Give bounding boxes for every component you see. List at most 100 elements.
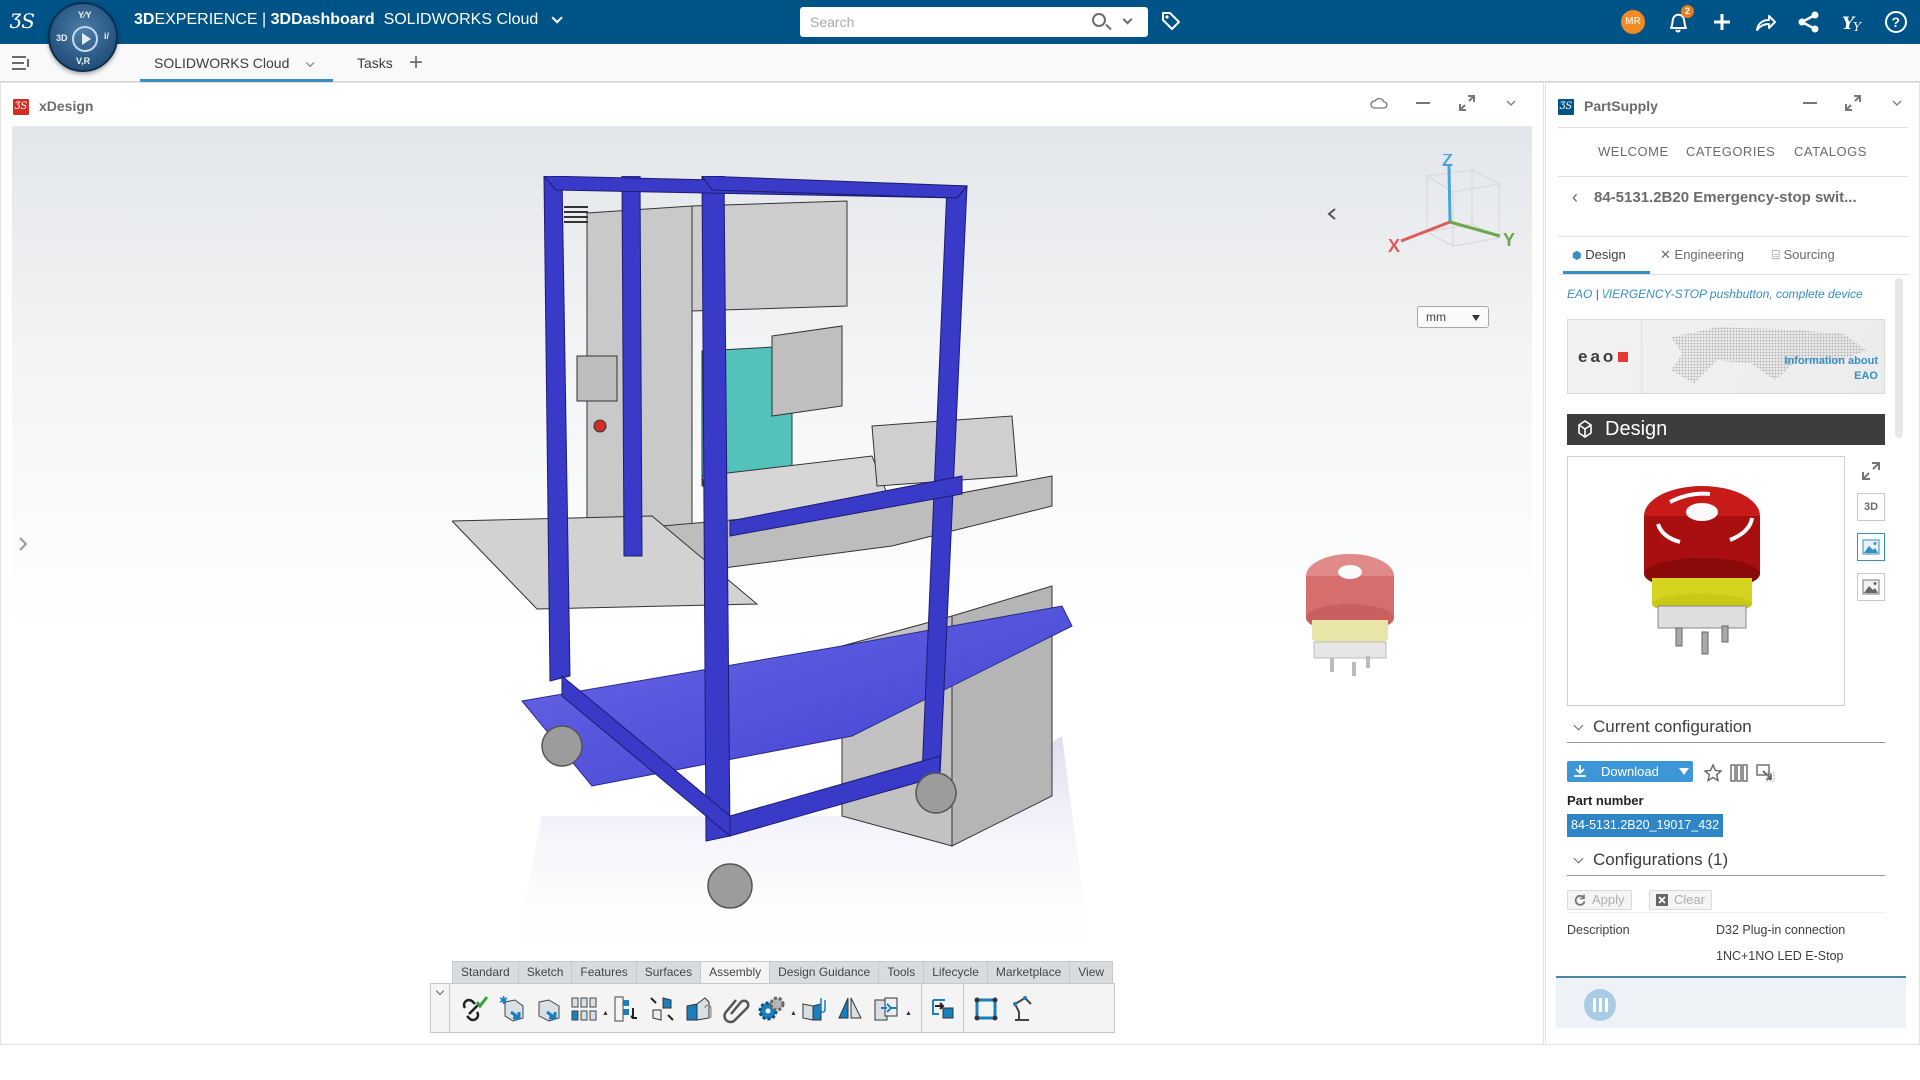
- apply-button[interactable]: Apply: [1567, 890, 1632, 910]
- maximize-icon[interactable]: [1842, 93, 1864, 115]
- supplier-link[interactable]: EAO: [1567, 287, 1592, 301]
- 3ds-logo-icon[interactable]: ƷS: [8, 4, 42, 38]
- configurations-header[interactable]: Configurations (1): [1567, 846, 1885, 876]
- app-title[interactable]: 3DEXPERIENCE | 3DDashboard SOLIDWORKS Cl…: [134, 11, 563, 29]
- image-alt-view-button[interactable]: [1857, 573, 1885, 601]
- mate-icon[interactable]: [799, 994, 829, 1024]
- pattern-more-icon[interactable]: ▲: [602, 1010, 609, 1017]
- interference-more-icon[interactable]: ▲: [905, 1010, 912, 1017]
- interference-icon[interactable]: [871, 994, 901, 1024]
- nav-catalogs[interactable]: CATALOGS: [1794, 144, 1867, 159]
- toolbar-tab-view[interactable]: View: [1070, 962, 1112, 983]
- tag-icon[interactable]: [1160, 10, 1182, 32]
- design-section-header: Design: [1567, 414, 1885, 445]
- toolbar-tab-sketch[interactable]: Sketch: [519, 962, 573, 983]
- frame-icon[interactable]: [971, 994, 1001, 1024]
- check-connections-icon[interactable]: [459, 994, 489, 1024]
- toolbar-tab-assembly[interactable]: Assembly: [701, 962, 771, 983]
- chevron-down-icon[interactable]: [306, 58, 315, 68]
- search-options-chevron-icon[interactable]: [1122, 14, 1133, 25]
- cart-assembly-model[interactable]: [452, 176, 1132, 966]
- supplier-info-link[interactable]: Information about EAO: [1785, 354, 1879, 384]
- component-properties-icon[interactable]: [683, 994, 713, 1024]
- compare-columns-icon[interactable]: [1729, 763, 1749, 783]
- subtab-sourcing[interactable]: ⌸ Sourcing: [1772, 247, 1835, 263]
- add-tab-icon[interactable]: +: [409, 50, 423, 76]
- toolbar-tab-lifecycle[interactable]: Lifecycle: [924, 962, 988, 983]
- download-button[interactable]: Download: [1567, 761, 1693, 782]
- share-icon[interactable]: [1751, 8, 1779, 36]
- fullscreen-preview-icon[interactable]: [1860, 460, 1882, 482]
- current-configuration-header[interactable]: Current configuration: [1567, 713, 1885, 743]
- compass-3d-label: 3D: [56, 33, 68, 43]
- insert-component-icon[interactable]: [533, 994, 563, 1024]
- pattern-icon[interactable]: [569, 994, 599, 1024]
- mechanism-icon[interactable]: [757, 994, 787, 1024]
- social-share-icon[interactable]: [1795, 8, 1823, 36]
- compass-play-icon[interactable]: [72, 26, 98, 52]
- search-box: [800, 7, 1148, 37]
- collapse-panel-chevron-icon[interactable]: [1325, 206, 1339, 222]
- toolbar-tab-surfaces[interactable]: Surfaces: [637, 962, 702, 983]
- chevron-down-icon[interactable]: [551, 12, 563, 24]
- subtab-engineering[interactable]: ✕ Engineering: [1660, 247, 1744, 263]
- units-select[interactable]: mm: [1417, 306, 1489, 328]
- avatar[interactable]: MR: [1621, 10, 1645, 34]
- tab-solidworks-cloud[interactable]: SOLIDWORKS Cloud: [140, 44, 333, 82]
- favorite-star-icon[interactable]: [1703, 763, 1723, 783]
- toolbar-tab-features[interactable]: Features: [572, 962, 637, 983]
- nav-welcome[interactable]: WELCOME: [1598, 144, 1669, 159]
- part-number-value[interactable]: 84-5131.2B20_19017_432: [1567, 814, 1724, 837]
- compare-columns-button[interactable]: [1584, 989, 1616, 1021]
- supplier-banner[interactable]: eao Information about EAO: [1567, 319, 1885, 394]
- toolbar-commands: ✱ ▲ ▲ ▲: [430, 983, 1115, 1033]
- insert-new-component-icon[interactable]: ✱: [497, 994, 527, 1024]
- mechanism-more-icon[interactable]: ▲: [790, 1010, 797, 1017]
- subtab-design[interactable]: ⬢ Design: [1572, 247, 1626, 262]
- toolbar-tab-marketplace[interactable]: Marketplace: [988, 962, 1071, 983]
- side-menu-icon[interactable]: [12, 56, 30, 70]
- toolbar-divider: [921, 984, 922, 1032]
- compass-widget[interactable]: Y⁄Y 3D i/ V,R: [48, 2, 118, 72]
- e-stop-preview-model[interactable]: [1300, 550, 1400, 690]
- compass-apps-icon[interactable]: YY: [1838, 8, 1866, 36]
- view-3d-button[interactable]: 3D: [1857, 493, 1885, 521]
- help-icon[interactable]: ?: [1882, 8, 1910, 36]
- attach-icon[interactable]: [721, 994, 751, 1024]
- insert-in-design-icon[interactable]: [1755, 763, 1775, 783]
- view-triad[interactable]: Z X Y: [1377, 154, 1522, 259]
- add-icon[interactable]: [1708, 8, 1736, 36]
- mirror-component-icon[interactable]: [835, 994, 865, 1024]
- toolbar-tab-standard[interactable]: Standard: [453, 962, 519, 983]
- widget-menu-chevron-icon[interactable]: [1886, 93, 1908, 115]
- image-view-button[interactable]: [1857, 533, 1885, 561]
- toolbar-tab-design-guidance[interactable]: Design Guidance: [770, 962, 880, 983]
- download-options-caret-icon[interactable]: [1679, 768, 1689, 775]
- part-preview[interactable]: [1567, 456, 1845, 706]
- scrollbar[interactable]: [1895, 278, 1903, 438]
- widget-menu-chevron-icon[interactable]: [1500, 93, 1522, 115]
- expand-tree-chevron-icon[interactable]: [16, 536, 30, 552]
- tab-tasks[interactable]: Tasks: [357, 44, 393, 82]
- command-toolbar: Standard Sketch Features Surfaces Assemb…: [430, 961, 1115, 1033]
- cloud-icon[interactable]: [1368, 93, 1390, 115]
- nav-categories[interactable]: CATEGORIES: [1686, 144, 1775, 159]
- search-input[interactable]: [800, 7, 1080, 37]
- reorder-structure-icon[interactable]: [611, 994, 641, 1024]
- toolbar-collapse-chevron-icon[interactable]: [435, 988, 445, 998]
- minimize-icon[interactable]: [1412, 93, 1434, 115]
- product-link[interactable]: EAO | \/IERGENCY-STOP pushbutton, comple…: [1567, 287, 1863, 301]
- back-chevron-icon[interactable]: ‹: [1572, 187, 1578, 208]
- search-icon[interactable]: [1092, 13, 1106, 27]
- explode-icon[interactable]: [647, 994, 677, 1024]
- 3d-viewport[interactable]: Z X Y mm: [12, 126, 1532, 1040]
- import-component-icon[interactable]: [927, 994, 957, 1024]
- product-description-link[interactable]: \/IERGENCY-STOP pushbutton, complete dev…: [1602, 287, 1863, 301]
- toolbar-tab-tools[interactable]: Tools: [879, 962, 925, 983]
- active-tab-indicator: [1563, 271, 1650, 274]
- tab-label: SOLIDWORKS Cloud: [154, 55, 290, 71]
- maximize-icon[interactable]: [1456, 93, 1478, 115]
- robot-arm-icon[interactable]: [1007, 994, 1037, 1024]
- clear-button[interactable]: Clear: [1649, 890, 1713, 910]
- minimize-icon[interactable]: [1799, 93, 1821, 115]
